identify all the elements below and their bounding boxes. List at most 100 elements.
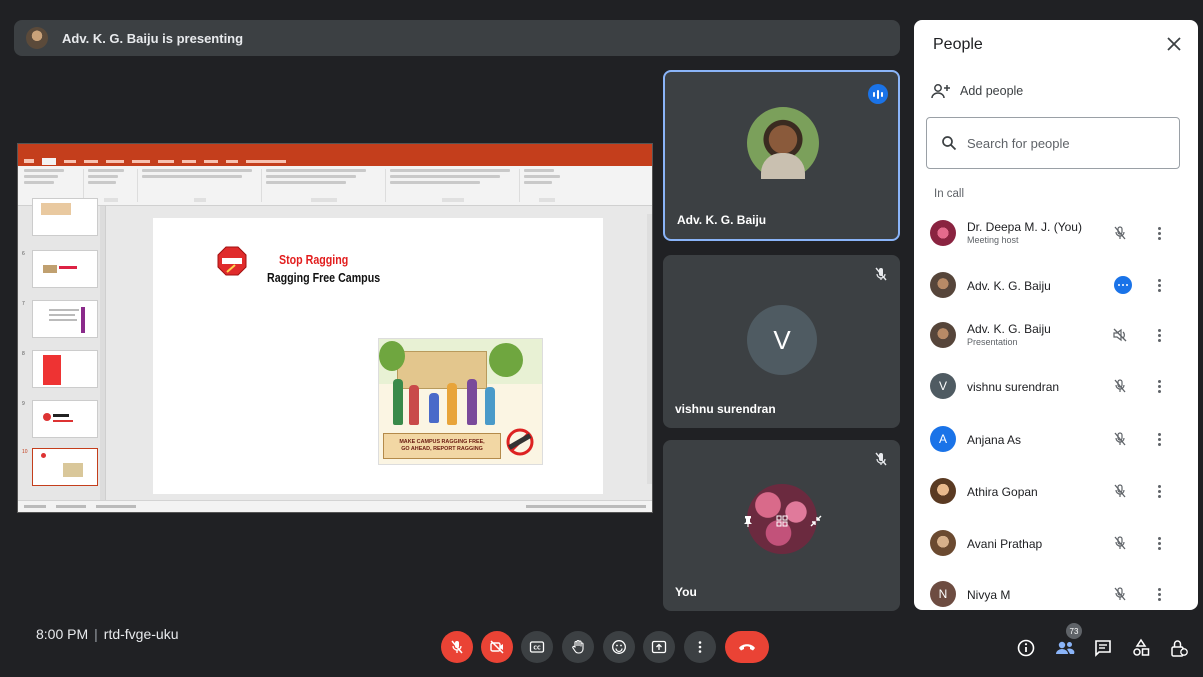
participant-row[interactable]: A Anjana As (914, 414, 1198, 464)
presenting-banner: Adv. K. G. Baiju is presenting (14, 20, 900, 56)
search-icon (942, 136, 957, 151)
more-options-icon[interactable] (1156, 535, 1162, 551)
participant-row[interactable]: N Nivya M (914, 569, 1198, 610)
people-icon (1056, 641, 1075, 654)
more-options-icon[interactable] (1156, 327, 1162, 343)
participant-name: Adv. K. G. Baiju (967, 279, 1051, 293)
participant-row[interactable]: Avani Prathap (914, 518, 1198, 568)
present-screen-button[interactable] (643, 631, 675, 663)
participant-avatar: V (747, 305, 817, 375)
ppt-titlebar (18, 144, 652, 156)
participant-name: Nivya M (967, 588, 1011, 602)
participant-row[interactable]: V vishnu surendran (914, 361, 1198, 411)
participant-role: Presentation (967, 337, 1018, 347)
no-ragging-badge-icon (506, 428, 534, 456)
people-panel: People Add people In call Dr. Deepa M. J… (914, 20, 1198, 610)
people-button[interactable] (1053, 636, 1077, 660)
more-options-icon[interactable] (1156, 431, 1162, 447)
camera-toggle-button[interactable] (481, 631, 513, 663)
speaking-indicator-icon (868, 84, 888, 104)
participant-name: Dr. Deepa M. J. (You) (967, 220, 1082, 234)
hand-icon (572, 639, 584, 654)
close-icon[interactable] (1164, 34, 1184, 54)
tile-name: Adv. K. G. Baiju (677, 213, 767, 227)
frame-icon[interactable] (775, 514, 789, 528)
mic-off-icon[interactable] (1112, 586, 1128, 602)
participant-row[interactable]: Dr. Deepa M. J. (You) Meeting host (914, 208, 1198, 258)
raise-hand-button[interactable] (562, 631, 594, 663)
add-people-label: Add people (960, 84, 1024, 98)
participant-avatar (930, 272, 956, 298)
add-people-button[interactable]: Add people (930, 82, 1023, 100)
slide-thumb[interactable]: 6 (22, 250, 98, 288)
slide-thumbnails[interactable]: 6 7 8 9 10 (18, 198, 106, 502)
ppt-ribbon-tabs (18, 156, 652, 166)
participant-row[interactable]: Adv. K. G. Baiju Presentation (914, 310, 1198, 360)
slide-canvas[interactable]: Stop Ragging Ragging Free Campus MAKE CA… (106, 206, 652, 502)
tile-name: vishnu surendran (675, 402, 776, 416)
speaking-indicator-icon (1114, 276, 1132, 294)
mic-off-icon[interactable] (1112, 225, 1128, 241)
mic-off-icon (451, 640, 463, 654)
participant-avatar (930, 530, 956, 556)
mic-off-icon[interactable] (1112, 378, 1128, 394)
participant-name: Adv. K. G. Baiju (967, 322, 1051, 336)
current-slide: Stop Ragging Ragging Free Campus MAKE CA… (153, 218, 603, 494)
more-options-icon[interactable] (1156, 483, 1162, 499)
mic-off-icon[interactable] (1112, 483, 1128, 499)
activities-icon (1133, 638, 1150, 656)
mic-off-icon[interactable] (1112, 535, 1128, 551)
participant-photo (747, 107, 819, 179)
panel-title: People (933, 36, 983, 53)
slide-thumb[interactable]: 7 (22, 300, 98, 338)
slide-thumb-selected[interactable]: 10 (22, 448, 98, 486)
shared-screen[interactable]: 6 7 8 9 10 Stop Ragging Ragging Free Cam… (17, 143, 653, 513)
mic-off-icon (875, 452, 887, 466)
reactions-button[interactable] (603, 631, 635, 663)
warning-sign-icon (217, 246, 247, 276)
volume-off-icon[interactable] (1112, 327, 1128, 343)
lock-person-icon (1171, 640, 1188, 657)
ragging-illustration: MAKE CAMPUS RAGGING FREE, GO AHEAD, REPO… (378, 338, 543, 465)
participant-tile-self[interactable]: You (663, 440, 900, 611)
more-options-icon[interactable] (1156, 225, 1162, 241)
captions-button[interactable]: CC (521, 631, 553, 663)
participant-avatar: V (930, 373, 956, 399)
host-controls-button[interactable] (1167, 636, 1191, 660)
participant-name: vishnu surendran (967, 380, 1060, 394)
svg-text:CC: CC (533, 646, 541, 652)
minimize-icon[interactable] (809, 514, 823, 528)
participant-row[interactable]: Athira Gopan (914, 466, 1198, 516)
closed-captions-icon: CC (529, 641, 545, 653)
presenting-text: Adv. K. G. Baiju is presenting (62, 30, 244, 46)
participant-row[interactable]: Adv. K. G. Baiju (914, 260, 1198, 310)
more-options-icon[interactable] (1156, 586, 1162, 602)
participant-avatar: A (930, 426, 956, 452)
slide-thumb[interactable]: 9 (22, 400, 98, 438)
hang-up-icon (739, 644, 755, 651)
add-person-icon (931, 84, 950, 99)
pin-icon[interactable] (741, 514, 755, 528)
chat-icon (1095, 640, 1111, 657)
participant-avatar (930, 322, 956, 348)
search-box[interactable] (926, 117, 1180, 169)
slide-thumb[interactable]: 8 (22, 350, 98, 388)
leave-call-button[interactable] (725, 631, 769, 663)
presenter-avatar (26, 27, 48, 49)
chat-button[interactable] (1091, 636, 1115, 660)
participant-avatar (930, 220, 956, 246)
participant-tile[interactable]: V vishnu surendran (663, 255, 900, 428)
search-input[interactable] (967, 135, 1157, 151)
activities-button[interactable] (1129, 636, 1153, 660)
mic-off-icon (875, 267, 887, 281)
mic-off-icon[interactable] (1112, 431, 1128, 447)
emoji-icon (612, 640, 626, 654)
more-options-button[interactable] (684, 631, 716, 663)
more-options-icon[interactable] (1156, 378, 1162, 394)
slide-thumb[interactable] (32, 198, 98, 236)
meeting-details-button[interactable] (1014, 636, 1038, 660)
more-options-icon[interactable] (1156, 277, 1162, 293)
mic-toggle-button[interactable] (441, 631, 473, 663)
people-count-badge: 73 (1066, 623, 1082, 639)
participant-tile-presenter[interactable]: Adv. K. G. Baiju (663, 70, 900, 241)
